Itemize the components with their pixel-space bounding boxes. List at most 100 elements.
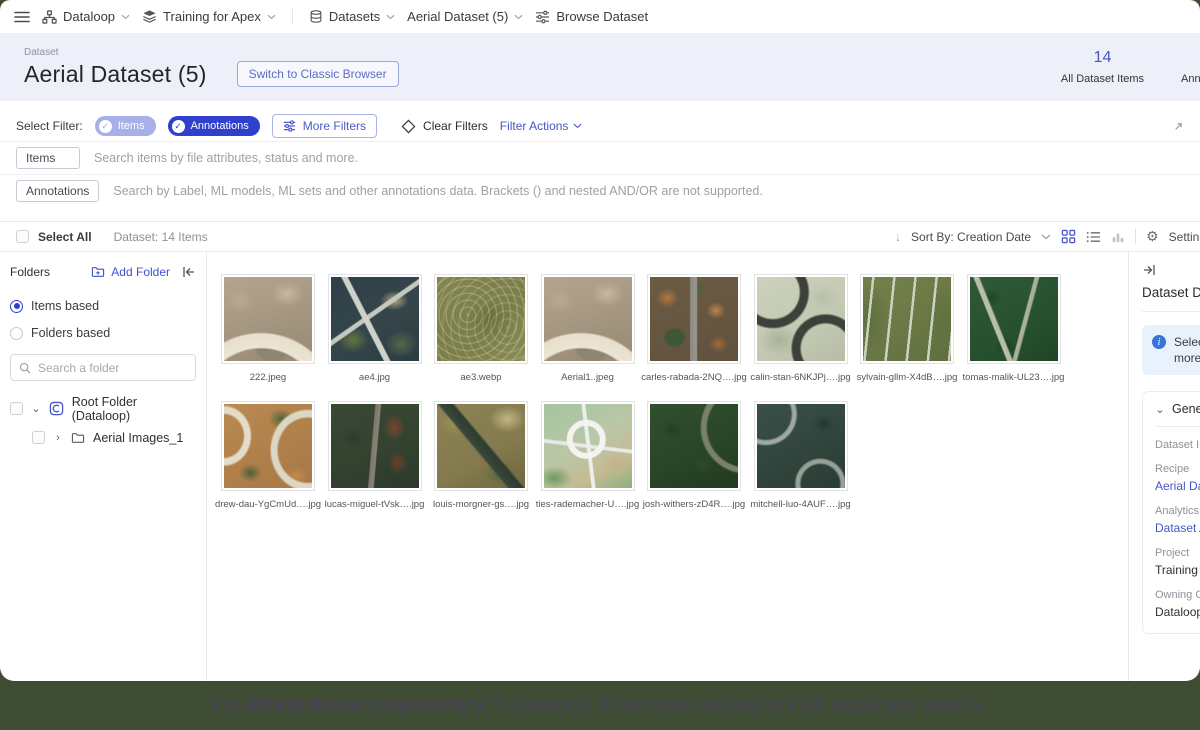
breadcrumb-dataset[interactable]: Aerial Dataset (5) xyxy=(407,9,523,24)
collapse-panel-icon[interactable] xyxy=(1142,264,1200,276)
navbar-divider xyxy=(292,9,293,25)
chevron-down-icon[interactable]: ⌄ xyxy=(31,402,41,415)
folders-title: Folders xyxy=(10,265,50,279)
more-filters-button[interactable]: More Filters xyxy=(272,114,377,138)
collapse-sidebar-icon[interactable] xyxy=(182,266,196,278)
dataset-item-card[interactable]: calin-stan-6NKJPj….jpg xyxy=(754,274,848,383)
general-section-header[interactable]: ⌄ General xyxy=(1155,402,1200,427)
owning-org-value: Dataloop xyxy=(1155,605,1200,619)
chart-view-icon[interactable] xyxy=(1111,230,1125,244)
dataset-item-card[interactable]: sylvain-gllm-X4dB….jpg xyxy=(860,274,954,383)
gear-icon[interactable]: ⚙ xyxy=(1146,228,1159,245)
item-thumbnail[interactable] xyxy=(647,274,741,364)
expand-filters-icon[interactable] xyxy=(1173,121,1184,132)
general-section-label: General xyxy=(1172,402,1200,416)
org-switcher[interactable]: Dataloop xyxy=(42,9,130,24)
dataset-item-card[interactable]: Aerial1..jpeg xyxy=(541,274,635,383)
dataset-item-card[interactable]: louis-morgner-gs….jpg xyxy=(434,401,528,510)
item-thumbnail[interactable] xyxy=(967,274,1061,364)
item-thumbnail[interactable] xyxy=(328,274,422,364)
item-thumbnail[interactable] xyxy=(647,401,741,491)
item-filename: sylvain-gllm-X4dB….jpg xyxy=(851,372,963,383)
sort-by-dropdown[interactable]: Sort By: Creation Date xyxy=(911,230,1031,244)
item-thumbnail[interactable] xyxy=(328,401,422,491)
breadcrumb-datasets[interactable]: Datasets xyxy=(309,9,395,24)
clear-filters-label: Clear Filters xyxy=(423,119,488,133)
dataset-item-card[interactable]: carles-rabada-2NQ….jpg xyxy=(647,274,741,383)
item-thumbnail[interactable] xyxy=(754,401,848,491)
select-all-checkbox[interactable] xyxy=(16,230,29,243)
org-icon xyxy=(42,10,57,24)
dataset-item-card[interactable]: ae3.webp xyxy=(434,274,528,383)
item-thumbnail[interactable] xyxy=(434,274,528,364)
list-view-icon[interactable] xyxy=(1086,230,1101,244)
folders-based-radio[interactable]: Folders based xyxy=(10,326,196,340)
add-folder-button[interactable]: Add Folder xyxy=(91,265,170,279)
info-message: Select an item to see more details xyxy=(1174,334,1200,366)
annotations-filter-pill[interactable]: ✓ Annotations xyxy=(168,116,260,136)
dataset-item-card[interactable]: 222.jpeg xyxy=(221,274,315,383)
analytics-link[interactable]: Dataset Analytics xyxy=(1155,521,1200,535)
dataset-item-count: Dataset: 14 Items xyxy=(114,230,208,244)
item-thumbnail[interactable] xyxy=(541,401,635,491)
clear-filters-button[interactable]: Clear Filters xyxy=(401,119,488,134)
item-thumbnail[interactable] xyxy=(860,274,954,364)
dataset-details-panel: Dataset Details i Select an item to see … xyxy=(1128,252,1200,681)
item-thumbnail[interactable] xyxy=(221,274,315,364)
layers-icon xyxy=(142,9,157,24)
folder-tree: ⌄ Root Folder (Dataloop) › Aerial Images… xyxy=(10,398,196,448)
tree-row-root-folder[interactable]: ⌄ Root Folder (Dataloop) xyxy=(10,398,196,419)
annotations-search-input[interactable] xyxy=(113,184,1184,198)
filter-actions-menu[interactable]: Filter Actions xyxy=(500,119,583,133)
recipe-link[interactable]: Aerial Dataset xyxy=(1155,479,1200,493)
item-filename: ties-rademacher-U….jpg xyxy=(532,499,644,510)
field-label: Recipe xyxy=(1155,463,1200,475)
items-based-radio[interactable]: Items based xyxy=(10,299,196,313)
dataset-item-card[interactable]: ties-rademacher-U….jpg xyxy=(541,401,635,510)
dataset-item-card[interactable]: lucas-miguel-tVsk….jpg xyxy=(328,401,422,510)
folder-checkbox[interactable] xyxy=(10,402,23,415)
items-search-input[interactable] xyxy=(94,151,1184,165)
top-navbar: Dataloop Training for Apex Datasets xyxy=(0,0,1200,33)
dataset-item-card[interactable]: ae4.jpg xyxy=(328,274,422,383)
dataset-item-card[interactable]: josh-withers-zD4R….jpg xyxy=(647,401,741,510)
tune-icon xyxy=(283,120,296,132)
add-folder-icon xyxy=(91,266,105,278)
breadcrumb-browse[interactable]: Browse Dataset xyxy=(535,9,648,24)
dataset-item-card[interactable]: drew-dau-YgCmUd….jpg xyxy=(221,401,315,510)
item-filename: ae3.webp xyxy=(425,372,537,383)
item-thumbnail[interactable] xyxy=(434,401,528,491)
field-label: Analytics xyxy=(1155,505,1200,517)
field-dataset-id: Dataset ID xyxy=(1155,439,1200,451)
chevron-down-icon xyxy=(121,14,130,20)
tune-icon xyxy=(535,10,550,24)
page-header: Dataset Aerial Dataset (5) Switch to Cla… xyxy=(0,33,1200,101)
annotations-search-label: Annotations xyxy=(16,180,99,202)
field-label: Project xyxy=(1155,547,1200,559)
hamburger-menu-icon[interactable] xyxy=(14,10,30,24)
folder-checkbox[interactable] xyxy=(32,431,45,444)
dataset-item-card[interactable]: tomas-malik-UL23….jpg xyxy=(967,274,1061,383)
org-label: Dataloop xyxy=(63,9,115,24)
breadcrumb-browse-label: Browse Dataset xyxy=(556,9,648,24)
folders-sidebar: Folders Add Folder Items based Folders b… xyxy=(0,252,207,681)
switch-classic-browser-button[interactable]: Switch to Classic Browser xyxy=(237,61,399,87)
items-count-value: 14 xyxy=(1040,49,1165,67)
field-analytics: Analytics Dataset Analytics xyxy=(1155,505,1200,535)
item-thumbnail[interactable] xyxy=(221,401,315,491)
tree-row-subfolder[interactable]: › Aerial Images_1 xyxy=(10,427,196,448)
add-folder-label: Add Folder xyxy=(111,265,170,279)
grid-view-icon[interactable] xyxy=(1061,229,1076,244)
item-filename: mitchell-luo-4AUF….jpg xyxy=(745,499,857,510)
items-pill-label: Items xyxy=(118,120,145,132)
item-thumbnail[interactable] xyxy=(541,274,635,364)
dataset-item-card[interactable]: mitchell-luo-4AUF….jpg xyxy=(754,401,848,510)
chevron-right-icon[interactable]: › xyxy=(53,432,63,444)
folder-search-input[interactable] xyxy=(38,361,187,375)
item-thumbnail[interactable] xyxy=(754,274,848,364)
project-switcher[interactable]: Training for Apex xyxy=(142,9,276,24)
root-folder-icon xyxy=(49,401,64,416)
items-filter-pill[interactable]: ✓ Items xyxy=(95,116,156,136)
sort-direction-icon[interactable]: ↓ xyxy=(895,230,901,244)
settings-button[interactable]: Settings xyxy=(1169,230,1200,244)
